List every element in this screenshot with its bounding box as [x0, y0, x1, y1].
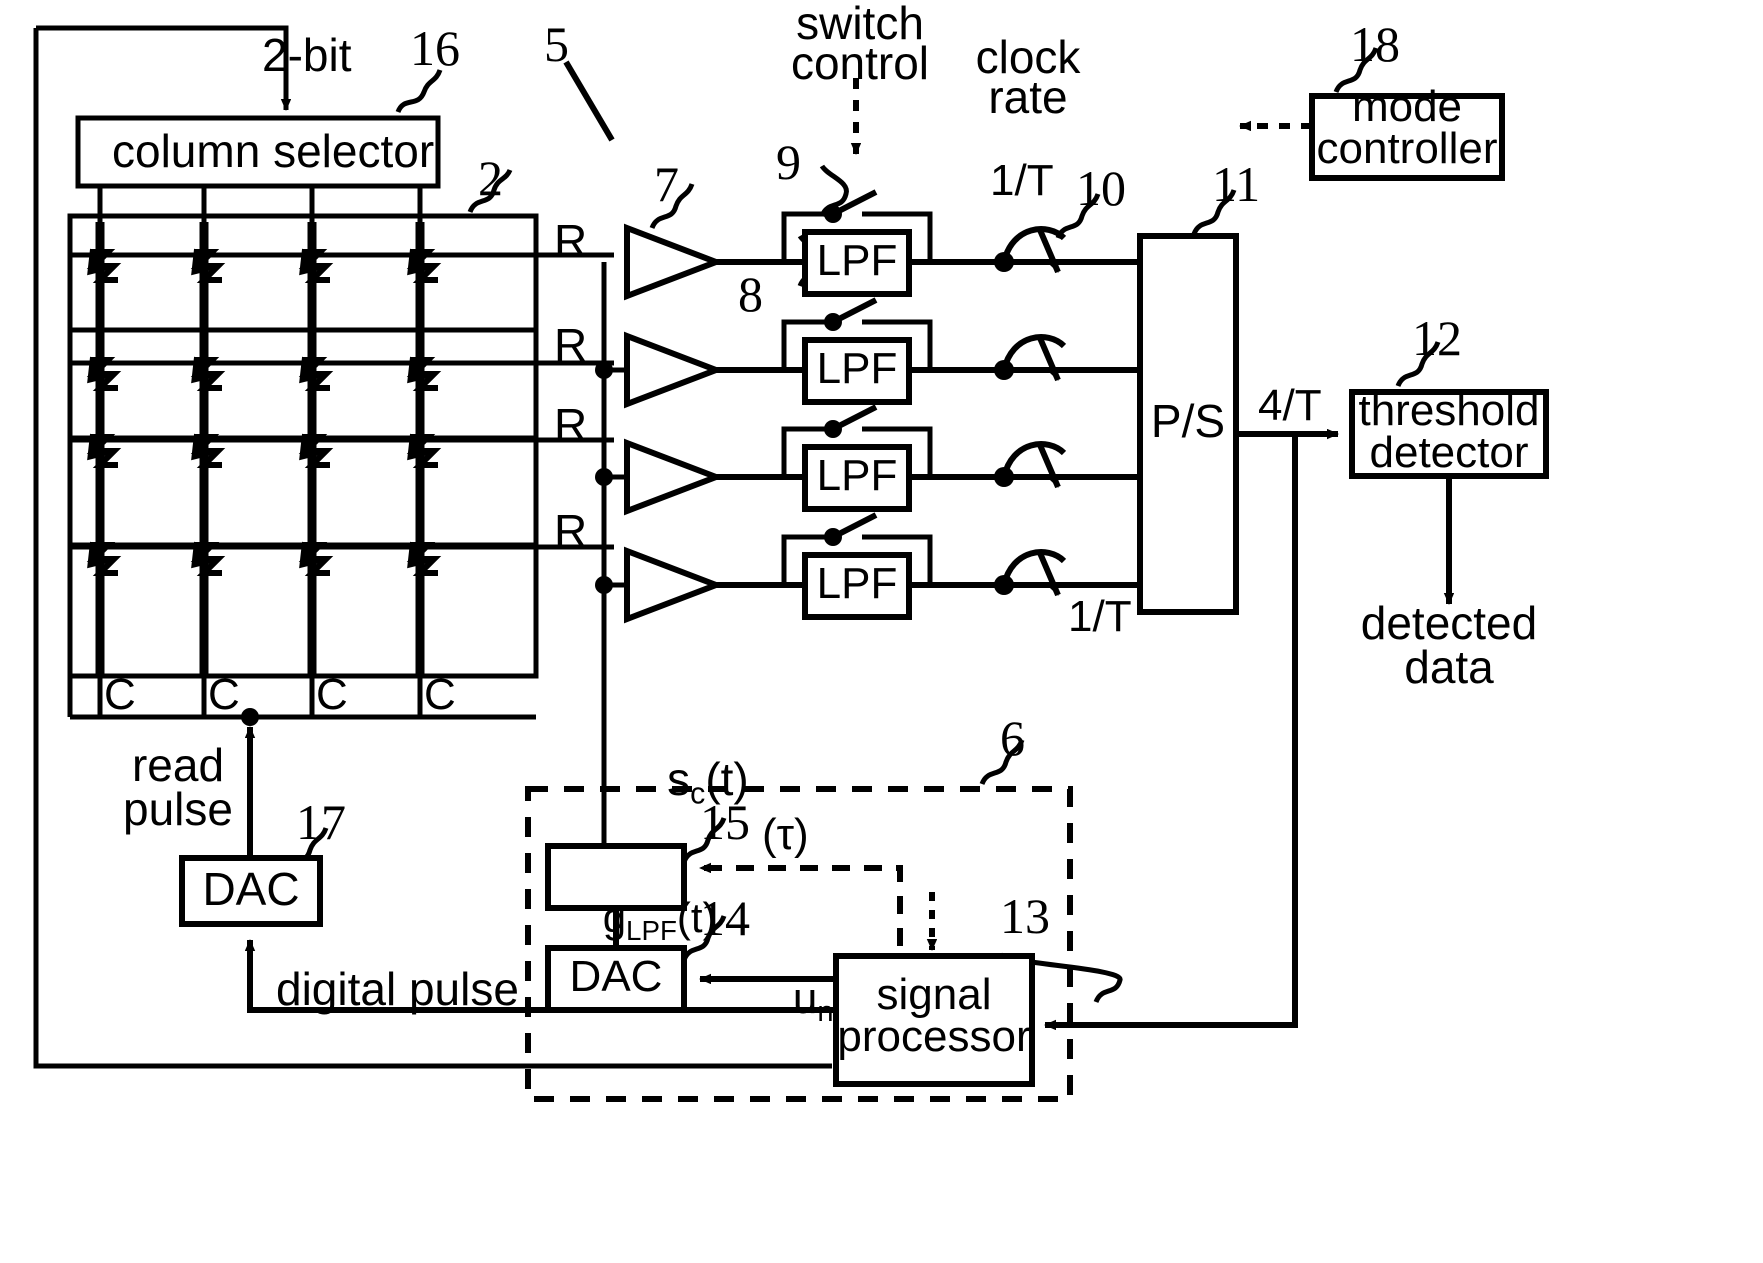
col-label-c-3: C	[316, 670, 348, 719]
two-bit-label: 2-bit	[262, 29, 352, 81]
threshold-detector-line2: detector	[1369, 428, 1529, 477]
threshold-detector-line1: threshold	[1358, 386, 1540, 435]
rate-label-4T: 4/T	[1258, 381, 1322, 430]
ref-5: 5	[544, 16, 569, 72]
ref-10: 10	[1076, 160, 1126, 216]
row-label-r-4: R	[554, 505, 588, 557]
figure-canvas: 2-bit 16 column selector 2 5 7 9 8 10 11…	[0, 0, 1763, 1263]
column-selector-label: column selector	[112, 125, 435, 177]
switch-control-line2: control	[790, 37, 930, 89]
read-pulse-line2: pulse	[123, 783, 233, 835]
ref-13: 13	[1000, 888, 1050, 944]
u-n-label: un	[792, 973, 834, 1028]
clock-rate-line2: rate	[988, 71, 1068, 123]
dac-inner-label: DAC	[569, 952, 663, 1001]
mode-controller-line2: controller	[1316, 124, 1498, 173]
col-label-c-2: C	[208, 670, 240, 719]
ref-8: 8	[738, 266, 763, 322]
digital-pulse-label: digital pulse	[276, 963, 519, 1015]
dac-read-label: DAC	[202, 863, 300, 915]
rate-label-1T-top: 1/T	[990, 156, 1054, 205]
rate-label-1T-bottom: 1/T	[1068, 592, 1132, 641]
ref-7: 7	[654, 156, 679, 212]
mode-controller-line1: mode	[1351, 82, 1463, 131]
lpf-label-2: LPF	[816, 344, 898, 393]
sc-t-label: sc(t)	[667, 752, 749, 811]
ref-16: 16	[410, 20, 460, 76]
lpf-label-4: LPF	[816, 559, 898, 608]
lpf-label-1: LPF	[816, 236, 898, 285]
ref-2: 2	[478, 150, 503, 206]
ref-17: 17	[296, 794, 346, 850]
lpf-label-3: LPF	[816, 451, 898, 500]
col-label-c-1: C	[104, 670, 136, 719]
detected-data-line2: data	[1404, 641, 1494, 693]
signal-processor-line2: processor	[837, 1012, 1031, 1061]
signal-processor-line1: signal	[876, 970, 992, 1019]
col-label-c-4: C	[424, 670, 456, 719]
ref-12: 12	[1412, 310, 1462, 366]
ref-9: 9	[776, 134, 801, 190]
ref-18: 18	[1350, 16, 1400, 72]
ref-6: 6	[1000, 710, 1025, 766]
tau-label: (τ)	[762, 810, 809, 859]
row-label-r-1: R	[554, 215, 588, 267]
ps-label: P/S	[1150, 395, 1226, 447]
row-label-r-2: R	[554, 319, 588, 371]
ref-11: 11	[1212, 156, 1261, 212]
row-label-r-3: R	[554, 399, 588, 451]
